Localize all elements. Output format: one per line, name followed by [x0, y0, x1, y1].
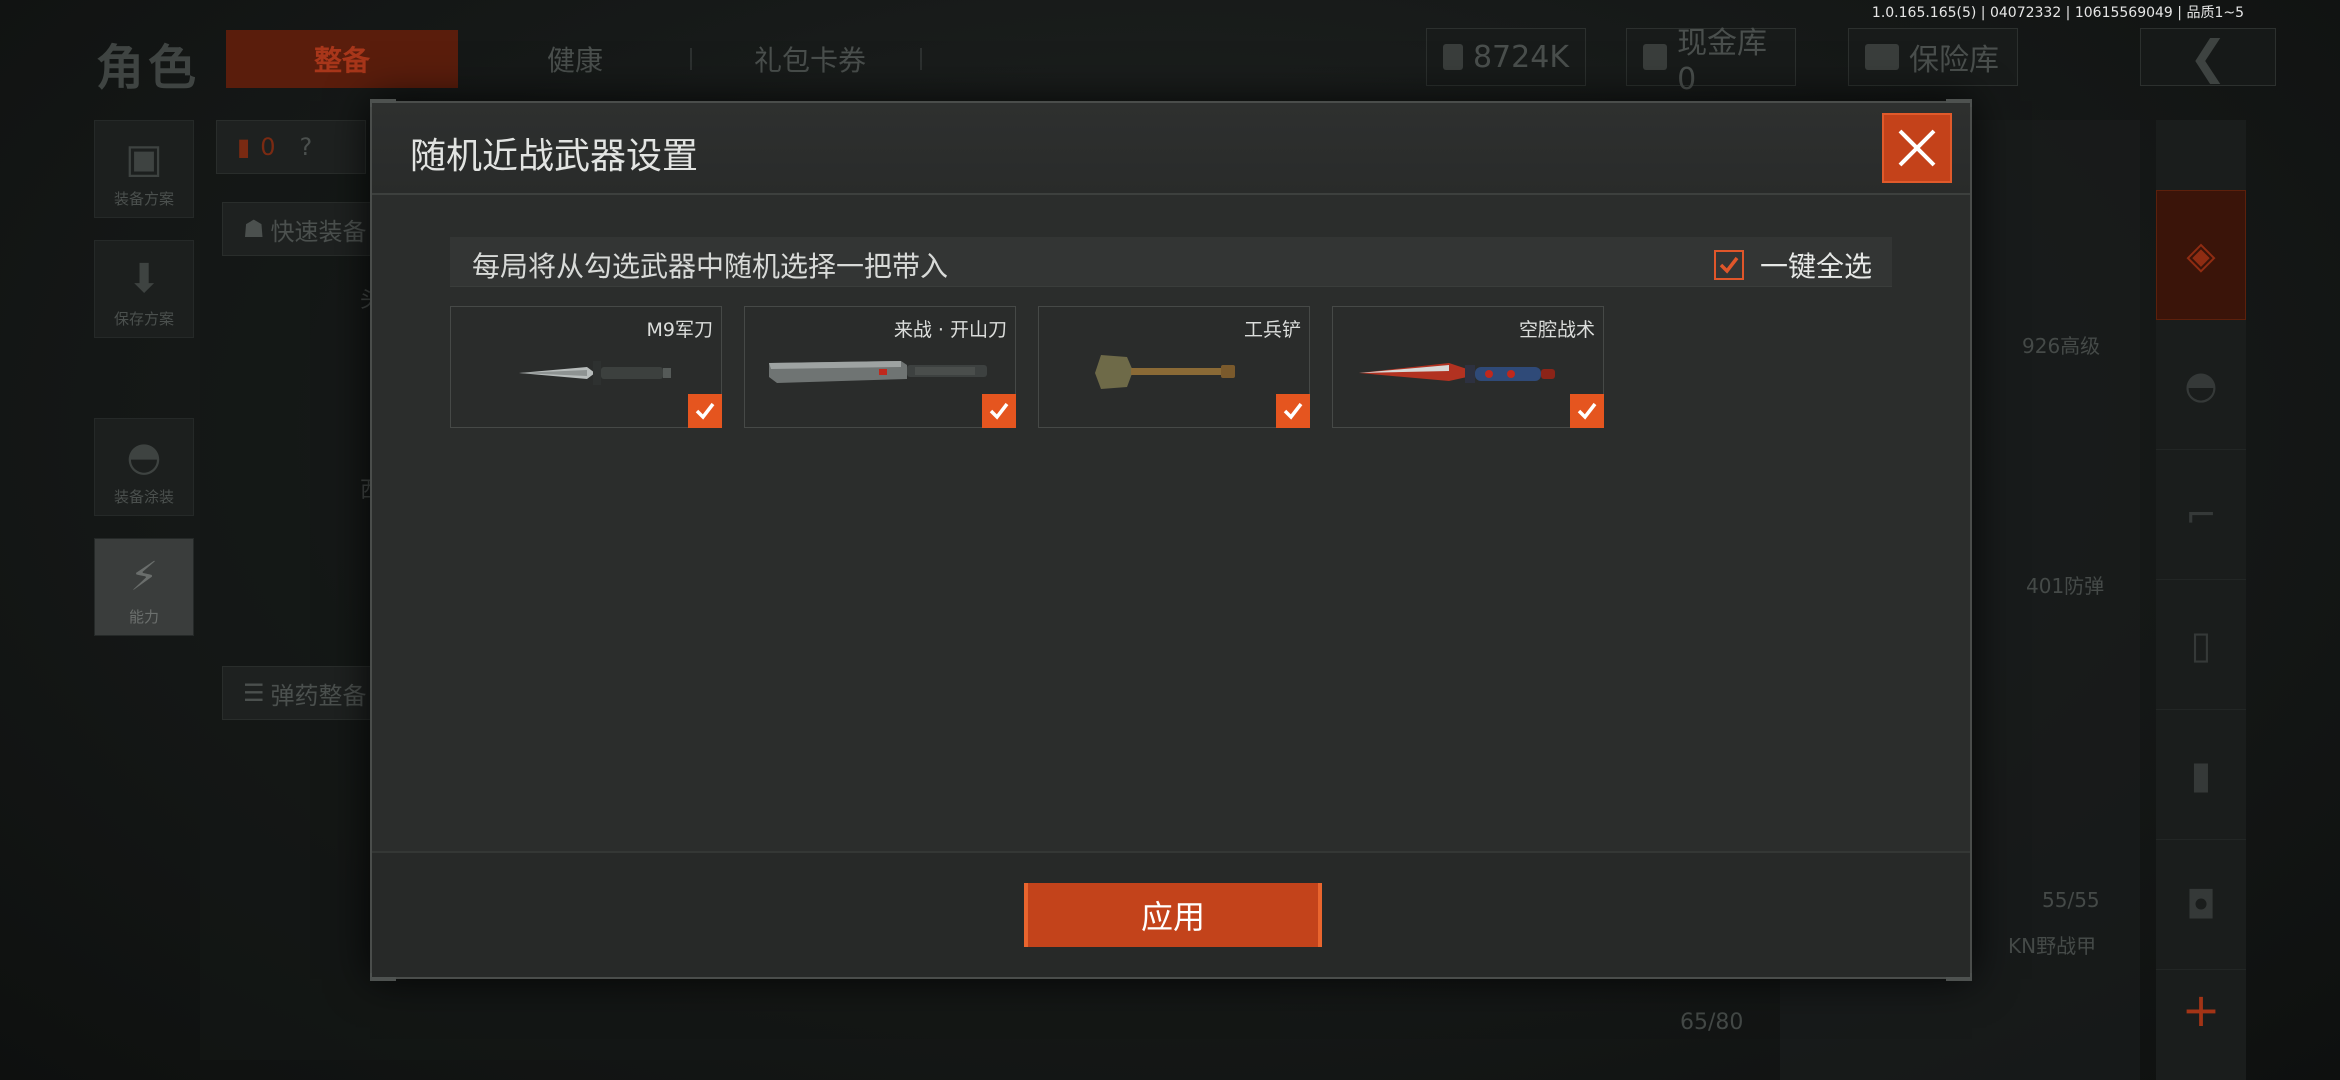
rail-save-plan[interactable]: ⬇ 保存方案 — [94, 240, 194, 338]
weapon-checkbox[interactable] — [1570, 394, 1604, 428]
shirt-icon: ☗ — [243, 215, 265, 243]
rail-slot-helmet[interactable]: ◓ — [2156, 320, 2246, 450]
quick-equip-label: 快速装备 — [270, 217, 367, 246]
weapon-checkbox[interactable] — [1276, 394, 1310, 428]
shovel-icon — [1095, 355, 1235, 389]
select-all-toggle[interactable]: 一键全选 — [1713, 245, 1872, 285]
weapon-card-m9[interactable]: M9军刀 — [450, 306, 722, 428]
rail-equipment-skin[interactable]: ◓ 装备涂装 — [94, 418, 194, 516]
lightning-icon: ⚡ — [129, 554, 159, 600]
rail-label: 保存方案 — [113, 310, 174, 328]
random-melee-dialog: 随机近战武器设置 每局将从勾选武器中随机选择一把带入 一键全选 M9军刀 来战 … — [370, 99, 1972, 981]
rail-slot-armor[interactable]: ◘ — [2156, 840, 2246, 970]
tactical-dagger-icon — [1359, 363, 1555, 383]
machete-icon — [769, 361, 987, 383]
rail-loadout-plan[interactable]: ▣ 装备方案 — [94, 120, 194, 218]
helmet-icon: ◓ — [126, 434, 162, 480]
rail-slot-ammo[interactable]: ▮ — [2156, 710, 2246, 840]
currency-value: 8724K — [1472, 39, 1569, 75]
rail-slot-layers[interactable]: ◈ — [2156, 190, 2246, 320]
safe-vault-label: 保险库 — [1909, 43, 1999, 78]
layers-icon: ◈ — [2186, 233, 2216, 277]
weapon-name: 空腔战术 — [1518, 319, 1595, 341]
safe-vault-button[interactable]: 保险库 — [1848, 28, 2018, 86]
rifle-icon: ⌐ — [2185, 492, 2217, 537]
select-all-checkbox[interactable] — [1713, 250, 1744, 280]
ammo-icon: ☰ — [243, 679, 265, 707]
top-bar: 角色 整备 健康 礼包卡券 8724K 现金库 0 保险库 ❮ — [0, 0, 2340, 110]
armor-count: 0 — [260, 133, 276, 161]
cash-vault-label: 现金库 0 — [1677, 25, 1768, 97]
dialog-footer: 应用 — [372, 851, 1970, 977]
tab-divider — [690, 48, 692, 70]
weapon-checkbox[interactable] — [982, 394, 1016, 428]
weapon-checkbox[interactable] — [688, 394, 722, 428]
download-icon: ⬇ — [127, 256, 161, 302]
weapon-name: 工兵铲 — [1243, 319, 1301, 341]
dialog-title: 随机近战武器设置 — [410, 136, 699, 177]
apply-button[interactable]: 应用 — [1024, 883, 1322, 947]
magazine-icon: ▯ — [2190, 622, 2212, 667]
checkmark-icon — [695, 402, 715, 420]
tab-health[interactable]: 健康 — [500, 30, 650, 88]
close-icon — [1898, 129, 1936, 167]
item-label: 401防弹 — [2026, 574, 2105, 598]
close-button[interactable] — [1882, 113, 1952, 183]
checkmark-icon — [1283, 402, 1303, 420]
dialog-header: 随机近战武器设置 — [372, 103, 1970, 195]
bullet-icon: ▮ — [2190, 752, 2212, 797]
checkmark-icon — [989, 402, 1009, 420]
checkmark-icon — [1577, 402, 1597, 420]
ammo-setup-label: 弹药整备 — [270, 681, 367, 710]
help-icon[interactable]: ? — [300, 133, 313, 161]
plus-icon: + — [2181, 983, 2221, 1037]
combat-knife-icon — [519, 361, 671, 385]
rail-slot-rifle[interactable]: ⌐ — [2156, 450, 2246, 580]
tab-gift-coupons[interactable]: 礼包卡券 — [720, 30, 900, 88]
select-all-label: 一键全选 — [1759, 250, 1872, 283]
weapon-name: 来战 · 开山刀 — [893, 319, 1007, 341]
rail-label: 能力 — [128, 608, 159, 626]
cash-vault-button[interactable]: 现金库 0 — [1626, 26, 1796, 97]
rail-label: 装备涂装 — [113, 488, 174, 506]
chevron-left-icon: ❮ — [2188, 30, 2228, 84]
weapon-card-machete[interactable]: 来战 · 开山刀 — [744, 306, 1016, 428]
item-label: KN野战甲 — [2008, 934, 2097, 958]
page-title: 角色 — [96, 40, 201, 96]
checkmark-icon — [1719, 256, 1739, 274]
right-rail: ◈ ◓ ⌐ ▯ ▮ ◘ + — [2156, 120, 2246, 1080]
instruction-text: 每局将从勾选武器中随机选择一把带入 — [472, 250, 949, 283]
armor-icon: ◘ — [2185, 882, 2217, 927]
cash-icon — [1443, 44, 1463, 70]
durability-text: 55/55 — [2042, 888, 2100, 912]
weapon-card-shovel[interactable]: 工兵铲 — [1038, 306, 1310, 428]
rail-label: 装备方案 — [113, 190, 174, 208]
tab-divider — [920, 48, 922, 70]
vest-icon: ▣ — [125, 136, 163, 182]
armor-icon: ▮ — [237, 133, 251, 161]
currency-display: 8724K — [1426, 28, 1586, 86]
back-button[interactable]: ❮ — [2140, 28, 2276, 86]
add-slot-button[interactable]: + — [2156, 960, 2246, 1060]
weapon-name: M9军刀 — [646, 319, 713, 341]
helmet-icon: ◓ — [2184, 362, 2218, 407]
rail-slot-magazine[interactable]: ▯ — [2156, 580, 2246, 710]
tab-equipment[interactable]: 整备 — [226, 30, 458, 88]
item-label: 926高级 — [2022, 334, 2101, 358]
instruction-bar: 每局将从勾选武器中随机选择一把带入 一键全选 — [450, 237, 1892, 287]
safe-icon — [1865, 44, 1899, 70]
vault-icon — [1643, 44, 1668, 70]
screen: 1.0.165.165(5) | 04072332 | 10615569049 … — [0, 0, 2340, 1080]
armor-count-chip: ▮ 0 ? — [216, 120, 366, 174]
weapon-card-tactical[interactable]: 空腔战术 — [1332, 306, 1604, 428]
durability-text: 65/80 — [1680, 1010, 1744, 1035]
rail-ability[interactable]: ⚡ 能力 — [94, 538, 194, 636]
